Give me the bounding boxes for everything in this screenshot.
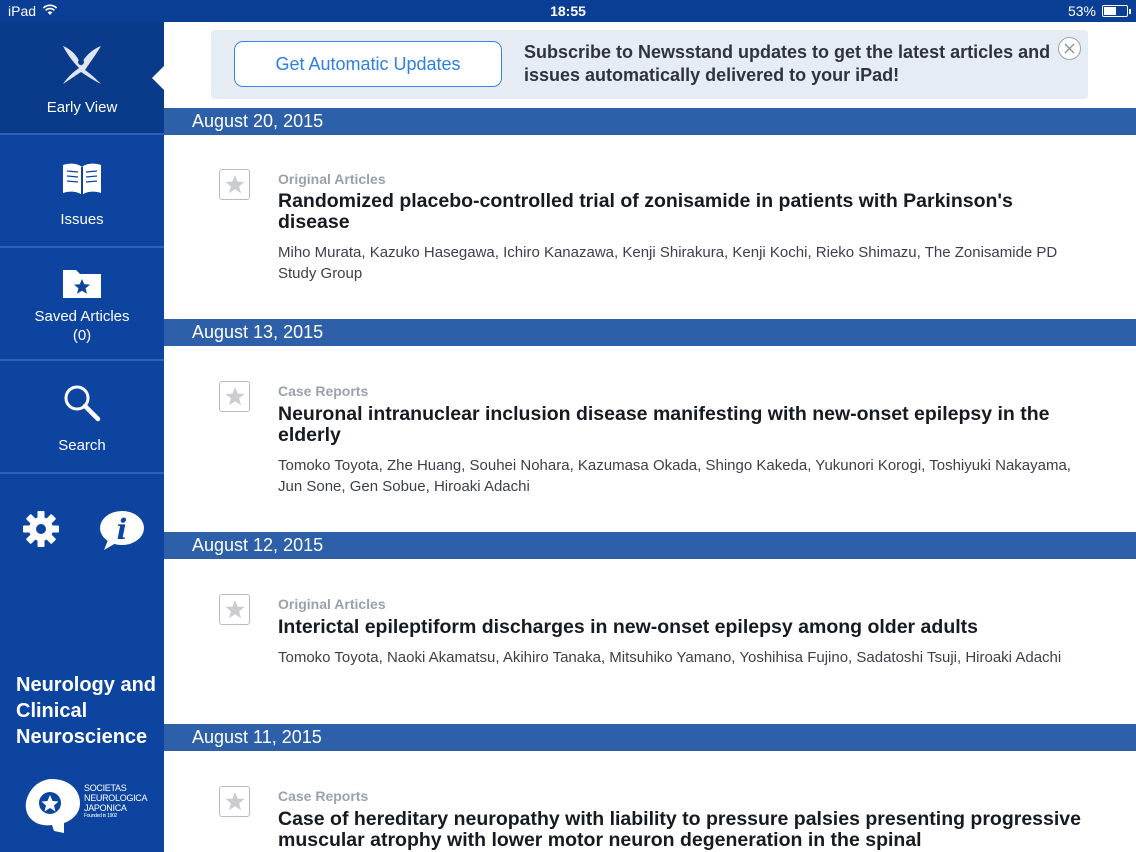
svg-text:i: i [117,513,128,546]
date-header: August 12, 2015 [164,532,1136,559]
society-name: SOCIETAS NEUROLOGICA JAPONICA Founded in… [84,783,148,820]
info-icon[interactable]: i [98,508,146,552]
date-header: August 13, 2015 [164,319,1136,346]
article-category: Case Reports [278,383,369,399]
nav-label-saved-articles: Saved Articles [34,308,130,325]
society-line3: JAPONICA [84,803,127,813]
favorite-star-icon[interactable] [219,381,250,412]
article-category: Original Articles [278,596,386,612]
nav-issues[interactable]: Issues [0,135,164,248]
society-line1: SOCIETAS [84,783,127,793]
article-item[interactable]: Original Articles Randomized placebo-con… [164,135,1136,319]
favorite-star-icon[interactable] [219,594,250,625]
article-item[interactable]: Original Articles Interictal epileptifor… [164,559,1136,724]
battery-icon [1102,5,1131,17]
article-authors: Tomoko Toyota, Zhe Huang, Souhei Nohara,… [278,457,1071,495]
saved-folder-icon [0,266,164,300]
active-indicator [152,66,164,90]
journal-title-line2: Clinical [16,700,88,722]
journal-title-line1: Neurology and [16,674,157,696]
society-founded: Founded in 1902 [84,813,118,819]
nav-early-view[interactable]: Early View [0,22,164,135]
article-authors: Tomoko Toyota, Naoki Akamatsu, Akihiro T… [278,649,1062,666]
battery-fill [1104,7,1116,15]
date-header: August 20, 2015 [164,108,1136,135]
book-icon [0,161,164,197]
status-bar: iPad 18:55 53% [0,0,1136,22]
society-logo: SOCIETAS NEUROLOGICA JAPONICA Founded in… [22,775,148,837]
journal-title: Neurology and Clinical Neuroscience [16,672,161,750]
utility-row: i [0,505,164,555]
article-item[interactable]: Case Reports Case of hereditary neuropat… [164,751,1136,852]
article-title[interactable]: Randomized placebo-controlled trial of z… [278,191,1088,233]
main-content: Get Automatic Updates Subscribe to Newss… [164,22,1136,852]
nav-saved-articles[interactable]: Saved Articles (0) [0,248,164,361]
newsstand-banner: Get Automatic Updates Subscribe to Newss… [211,30,1088,99]
banner-message: Subscribe to Newsstand updates to get th… [524,42,1051,85]
article-item[interactable]: Case Reports Neuronal intranuclear inclu… [164,346,1136,532]
close-icon[interactable] [1058,37,1081,60]
journal-title-line3: Neuroscience [16,726,148,748]
society-line2: NEUROLOGICA [84,793,148,803]
article-authors: Miho Murata, Kazuko Hasegawa, Ichiro Kan… [278,244,1058,282]
status-right: 53% [1067,3,1131,19]
favorite-star-icon[interactable] [219,169,250,200]
article-title[interactable]: Neuronal intranuclear inclusion disease … [278,404,1088,446]
nav-label-issues: Issues [60,211,104,228]
get-automatic-updates-button[interactable]: Get Automatic Updates [234,41,502,87]
search-icon [0,383,164,423]
article-category: Case Reports [278,788,369,804]
society-emblem-icon [25,779,81,833]
date-header: August 11, 2015 [164,724,1136,751]
favorite-star-icon[interactable] [219,786,250,817]
banner-area: Get Automatic Updates Subscribe to Newss… [164,22,1136,108]
nav-label-early-view: Early View [46,99,118,116]
nav-label-search: Search [58,437,106,454]
article-title[interactable]: Case of hereditary neuropathy with liabi… [278,809,1088,851]
nav-search[interactable]: Search [0,361,164,474]
early-view-icon [0,42,164,86]
sidebar: Early View Issues Saved Articles (0) Sea… [0,22,164,852]
status-time: 18:55 [550,3,586,19]
article-title[interactable]: Interictal epileptiform discharges in ne… [278,617,1088,638]
saved-articles-count: (0) [72,327,92,344]
article-category: Original Articles [278,171,386,187]
gear-icon[interactable] [22,510,60,548]
battery-percent: 53% [1067,3,1096,19]
